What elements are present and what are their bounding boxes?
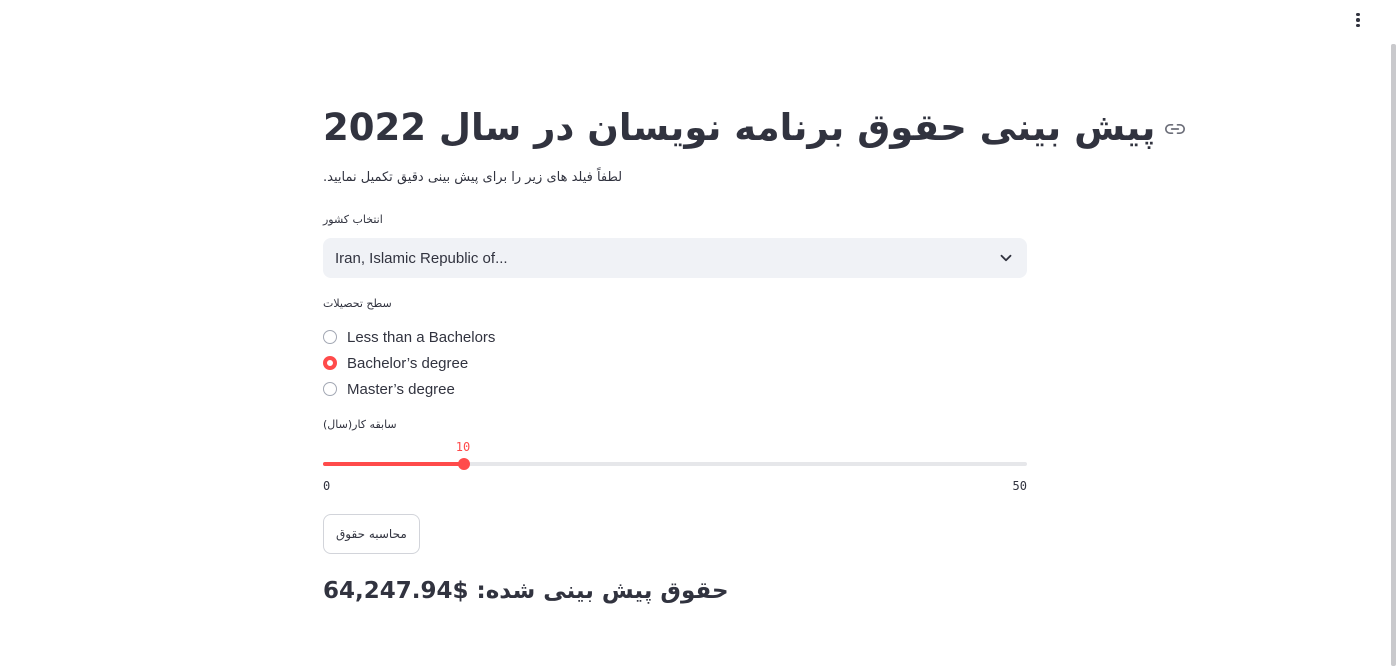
slider-max-value: 50 <box>1012 479 1027 493</box>
menu-dot <box>1356 23 1360 28</box>
experience-slider[interactable] <box>323 458 1027 470</box>
radio-option-bachelors[interactable]: Bachelor’s degree <box>323 350 495 376</box>
slider-current-value: 10 <box>455 440 471 454</box>
radio-option-masters[interactable]: Master’s degree <box>323 376 495 402</box>
country-select-label: انتخاب کشور <box>323 213 383 226</box>
radio-option-less-than-bachelors[interactable]: Less than a Bachelors <box>323 324 495 350</box>
slider-min-value: 0 <box>323 479 331 493</box>
menu-dot <box>1356 18 1360 22</box>
title-row: پیش بینی حقوق برنامه نویسان در سال 2022 <box>323 100 1187 154</box>
main-menu-button[interactable] <box>1348 10 1368 30</box>
slider-fill <box>323 462 464 466</box>
slider-thumb[interactable] <box>457 458 470 470</box>
link-icon[interactable] <box>1165 118 1187 140</box>
predicted-salary-result: حقوق پیش بینی شده: $64,247.94 <box>323 578 729 604</box>
education-radio-group: Less than a Bachelors Bachelor’s degree … <box>323 324 495 402</box>
scrollbar[interactable] <box>1391 44 1396 666</box>
menu-dot <box>1356 12 1360 17</box>
radio-option-label: Less than a Bachelors <box>347 328 496 346</box>
radio-option-label: Master’s degree <box>347 380 455 398</box>
app-root: پیش بینی حقوق برنامه نویسان در سال 2022 … <box>0 0 1396 666</box>
country-select[interactable]: Iran, Islamic Republic of... <box>323 238 1027 278</box>
education-radio-label: سطح تحصیلات <box>323 297 392 310</box>
radio-option-label: Bachelor’s degree <box>347 354 469 372</box>
country-select-value: Iran, Islamic Republic of... <box>335 249 508 267</box>
radio-button[interactable] <box>323 382 337 396</box>
chevron-down-icon <box>997 249 1015 267</box>
page-subtitle: لطفاً فیلد های زیر را برای پیش بینی دقیق… <box>323 170 623 185</box>
radio-button[interactable] <box>323 330 337 344</box>
experience-slider-label: سابقه کار(سال) <box>323 418 397 431</box>
page-title: پیش بینی حقوق برنامه نویسان در سال 2022 <box>323 105 1156 149</box>
calculate-salary-button[interactable]: محاسبه حقوق <box>323 514 420 554</box>
radio-button-selected[interactable] <box>323 356 337 370</box>
